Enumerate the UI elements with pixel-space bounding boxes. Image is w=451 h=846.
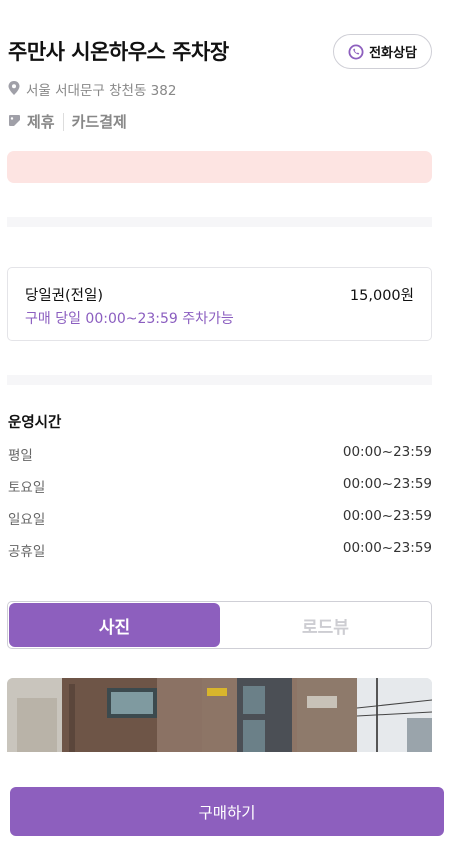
hours-time: 00:00~23:59 bbox=[342, 508, 432, 524]
hours-row: 공휴일 00:00~23:59 bbox=[8, 540, 432, 560]
hours-day: 일요일 bbox=[8, 512, 46, 528]
call-consult-button[interactable]: 전화상담 bbox=[333, 34, 432, 69]
ticket-name: 당일권(전일) bbox=[25, 288, 104, 304]
location-pin-icon bbox=[8, 80, 20, 99]
hours-time: 00:00~23:59 bbox=[342, 476, 432, 492]
tab-roadview[interactable]: 로드뷰 bbox=[220, 603, 431, 647]
hours-time: 00:00~23:59 bbox=[342, 444, 432, 460]
notice-banner bbox=[7, 151, 432, 183]
address-row: 서울 서대문구 창천동 382 bbox=[8, 79, 176, 99]
section-divider bbox=[7, 217, 432, 227]
hours-day: 평일 bbox=[8, 448, 33, 464]
tag-partnership: 제휴 bbox=[27, 113, 55, 131]
tags-row: 제휴 카드결제 bbox=[8, 111, 127, 132]
tag-icon bbox=[8, 112, 21, 131]
phone-chat-icon bbox=[348, 44, 364, 60]
tab-photo[interactable]: 사진 bbox=[9, 603, 220, 647]
hours-title: 운영시간 bbox=[8, 415, 62, 431]
tag-separator bbox=[62, 112, 64, 131]
ticket-price: 15,000원 bbox=[349, 288, 414, 304]
ticket-card[interactable]: 당일권(전일) 15,000원 구매 당일 00:00~23:59 주차가능 bbox=[7, 267, 432, 341]
hours-row: 평일 00:00~23:59 bbox=[8, 444, 432, 464]
view-toggle: 사진 로드뷰 bbox=[7, 601, 432, 649]
hours-time: 00:00~23:59 bbox=[342, 540, 432, 556]
parking-photo[interactable] bbox=[7, 678, 432, 752]
photo-illustration bbox=[7, 678, 432, 752]
page-title: 주만사 시온하우스 주차장 bbox=[8, 40, 229, 64]
ticket-description: 구매 당일 00:00~23:59 주차가능 bbox=[25, 311, 234, 327]
hours-day: 공휴일 bbox=[8, 544, 46, 560]
address-text: 서울 서대문구 창천동 382 bbox=[26, 83, 177, 99]
buy-button[interactable]: 구매하기 bbox=[10, 787, 444, 836]
hours-day: 토요일 bbox=[8, 480, 46, 496]
tag-card-payment: 카드결제 bbox=[71, 113, 127, 131]
hours-row: 일요일 00:00~23:59 bbox=[8, 508, 432, 528]
section-divider bbox=[7, 375, 432, 385]
hours-row: 토요일 00:00~23:59 bbox=[8, 476, 432, 496]
call-consult-label: 전화상담 bbox=[369, 46, 417, 61]
